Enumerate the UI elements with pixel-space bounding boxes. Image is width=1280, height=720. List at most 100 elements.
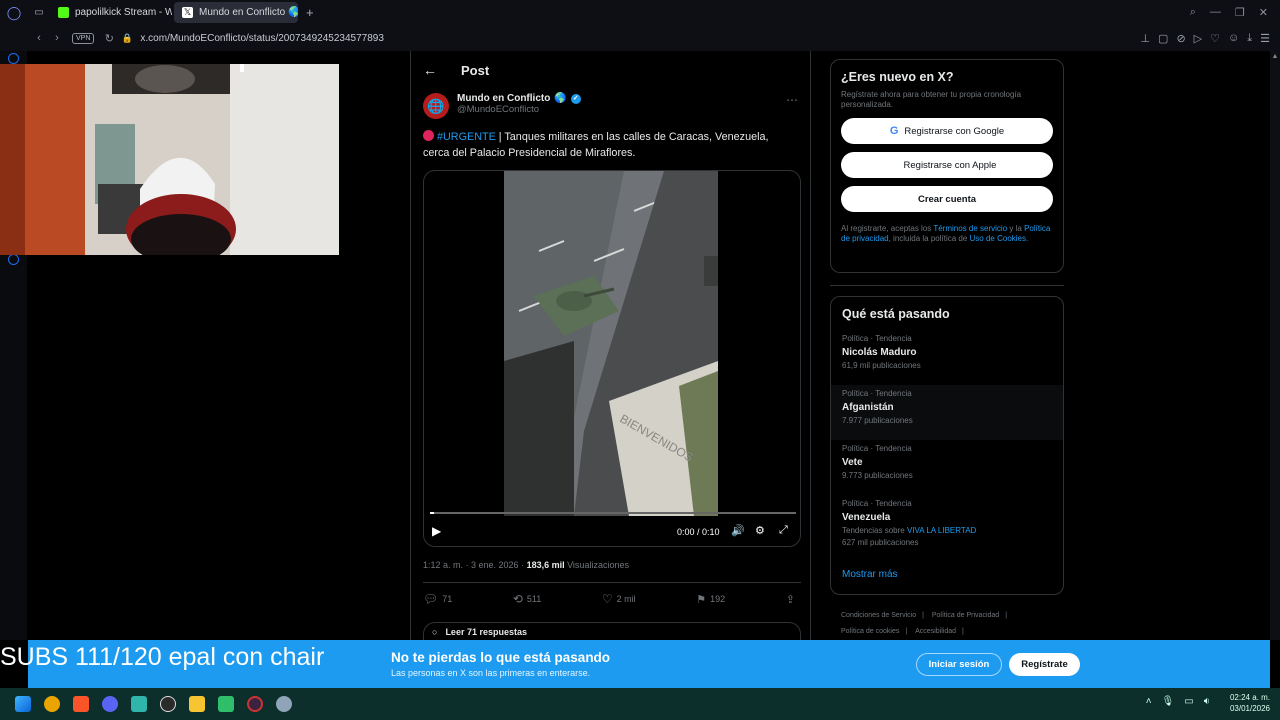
system-clock[interactable]: 02:24 a. m. 03/01/2026: [1230, 692, 1270, 714]
trend-category: Política · Tendencia: [842, 389, 912, 398]
comment-icon: ○: [432, 627, 438, 637]
cookies-link[interactable]: Uso de Cookies: [970, 234, 1026, 243]
tab-kick-stream[interactable]: papolilkick Stream - Watc: [50, 2, 172, 23]
profile-icon[interactable]: ☺: [1228, 32, 1239, 45]
footer-link[interactable]: Política de Privacidad: [932, 612, 999, 619]
trend-item[interactable]: Política · Tendencia Venezuela Tendencia…: [831, 495, 1063, 563]
login-button[interactable]: Iniciar sesión: [916, 653, 1002, 676]
more-options-icon[interactable]: ⋯: [786, 93, 798, 119]
speaker-icon[interactable]: 🔉︎: [1204, 696, 1210, 707]
trend-related: Tendencias sobre VIVA LA LIBERTAD: [842, 526, 1052, 535]
legal-text: y la: [1007, 224, 1025, 233]
reply-count: 71: [442, 594, 453, 604]
post-column: ← Post 🌐 Mundo en Conflicto 🌎 ✓ @MundoEC…: [410, 51, 811, 642]
terms-link[interactable]: Términos de servicio: [933, 224, 1007, 233]
opera-logo-icon[interactable]: ◯: [0, 5, 28, 21]
trend-related-link[interactable]: VIVA LA LIBERTAD: [907, 526, 976, 535]
windows-start-icon[interactable]: [14, 696, 31, 712]
red-circle-icon: [423, 130, 434, 141]
tweet-text: #URGENTE | Tanques militares en las call…: [411, 119, 810, 161]
brave-icon[interactable]: [72, 696, 89, 712]
reload-icon[interactable]: ↻: [100, 32, 118, 45]
settings-icon[interactable]: ⚙: [755, 524, 765, 537]
forward-icon[interactable]: ›: [48, 32, 66, 44]
settings-taskbar-icon[interactable]: [275, 696, 292, 712]
store-icon[interactable]: [130, 696, 147, 712]
video-player[interactable]: BIENVENIDOS ▶ 0:00 / 0:10 🔊 ⚙ ⤢: [423, 170, 801, 547]
minimize-icon[interactable]: —: [1210, 6, 1221, 19]
bookmark-icon: ⚑: [696, 593, 707, 606]
play-icon[interactable]: ▶: [432, 524, 441, 538]
video-progress-track[interactable]: [430, 512, 796, 514]
close-icon[interactable]: ✕: [1259, 6, 1268, 19]
repost-button[interactable]: ⟲ 511: [513, 592, 541, 606]
trend-related-prefix: Tendencias sobre: [842, 526, 907, 535]
google-signup-button[interactable]: G Registrarse con Google: [841, 118, 1053, 144]
hashtag-link[interactable]: #URGENTE: [437, 131, 496, 143]
scroll-up-icon[interactable]: ▲: [1270, 53, 1280, 60]
trend-item[interactable]: Política · Tendencia Nicolás Maduro 61,9…: [831, 330, 1063, 385]
microphone-icon[interactable]: 🎙︎: [1162, 696, 1175, 707]
settings-sidebar-icon[interactable]: [8, 254, 19, 265]
search-tabs-icon[interactable]: ⌕: [1190, 6, 1196, 19]
signup-title: ¿Eres nuevo en X?: [841, 70, 954, 84]
read-replies-button[interactable]: ○ Leer 71 respuestas: [423, 622, 801, 642]
display-icon[interactable]: ▭: [1184, 696, 1193, 707]
signup-card: ¿Eres nuevo en X? Regístrate ahora para …: [830, 59, 1064, 273]
repost-count: 511: [526, 594, 542, 604]
author-handle[interactable]: @MundoEConflicto: [457, 104, 581, 115]
tab-overview-icon[interactable]: ▭: [28, 7, 50, 18]
footer-link[interactable]: Accesibilidad: [915, 628, 956, 635]
fullscreen-icon[interactable]: ⤢: [779, 524, 788, 537]
footer-link[interactable]: Condiciones de Servicio: [841, 612, 916, 619]
register-button[interactable]: Regístrate: [1009, 653, 1080, 676]
url-field[interactable]: x.com/MundoEConflicto/status/20073492452…: [140, 33, 384, 44]
reply-button[interactable]: 💬︎ 71: [423, 592, 452, 606]
volume-icon[interactable]: 🔊: [731, 524, 745, 537]
trend-item[interactable]: Política · Tendencia Afganistán 7.977 pu…: [831, 385, 1063, 440]
bookmark-button[interactable]: ⚑ 192: [696, 592, 725, 606]
maximize-icon[interactable]: ❐: [1235, 6, 1245, 19]
snapshot-icon[interactable]: ▢: [1158, 32, 1168, 45]
post-timestamp[interactable]: 1:12 a. m. · 3 ene. 2026 ·: [423, 560, 527, 570]
player-icon[interactable]: ▷: [1194, 32, 1202, 45]
file-explorer-icon[interactable]: [188, 696, 205, 712]
video-progress-fill: [430, 512, 434, 514]
tray-chevron-icon[interactable]: ˄: [1146, 696, 1152, 707]
heart-icon[interactable]: ♡: [1210, 32, 1220, 45]
clock-date: 03/01/2026: [1229, 704, 1270, 713]
trend-item[interactable]: Política · Tendencia Vete 9.773 publicac…: [831, 440, 1063, 495]
divider: [830, 285, 1064, 286]
share-button[interactable]: ⇪: [786, 592, 795, 606]
menu-icon[interactable]: ☰: [1260, 32, 1270, 45]
game-controller-icon[interactable]: [217, 696, 234, 712]
heart-like-icon: ♡: [601, 592, 613, 606]
back-arrow-icon[interactable]: ←: [423, 62, 437, 78]
like-button[interactable]: ♡ 2 mil: [602, 592, 636, 606]
pin-icon[interactable]: ⊥: [1140, 32, 1150, 45]
show-more-link[interactable]: Mostrar más: [831, 563, 1063, 586]
download-icon[interactable]: ⤓: [1247, 32, 1252, 45]
author-name-row[interactable]: Mundo en Conflicto 🌎 ✓: [457, 93, 581, 104]
tab-label: Mundo en Conflicto 🌎 en: [199, 7, 298, 18]
back-icon[interactable]: ‹: [30, 32, 48, 44]
repost-icon: ⟲: [512, 592, 523, 606]
new-tab-icon[interactable]: +: [306, 5, 314, 20]
trend-count: 9.773 publicaciones: [842, 471, 913, 480]
post-author[interactable]: 🌐 Mundo en Conflicto 🌎 ✓ @MundoEConflict…: [411, 89, 810, 119]
like-count: 2 mil: [616, 594, 636, 604]
discord-icon[interactable]: [101, 696, 118, 712]
avatar[interactable]: 🌐: [423, 93, 449, 119]
coin-app-icon[interactable]: [43, 696, 60, 712]
messenger-icon[interactable]: [8, 53, 19, 64]
adblock-icon[interactable]: ⊘: [1176, 32, 1185, 45]
create-account-button[interactable]: Crear cuenta: [841, 186, 1053, 212]
vpn-badge[interactable]: VPN: [72, 32, 95, 44]
author-name[interactable]: Mundo en Conflicto: [457, 93, 550, 104]
tab-x-post[interactable]: 𝕏 Mundo en Conflicto 🌎 en: [174, 2, 298, 23]
opera-taskbar-icon[interactable]: [246, 696, 263, 712]
scrollbar[interactable]: ▲: [1270, 51, 1280, 640]
footer-link[interactable]: Política de cookies: [841, 628, 899, 635]
apple-signup-button[interactable]: Registrarse con Apple: [841, 152, 1053, 178]
obs-icon[interactable]: [159, 696, 176, 712]
